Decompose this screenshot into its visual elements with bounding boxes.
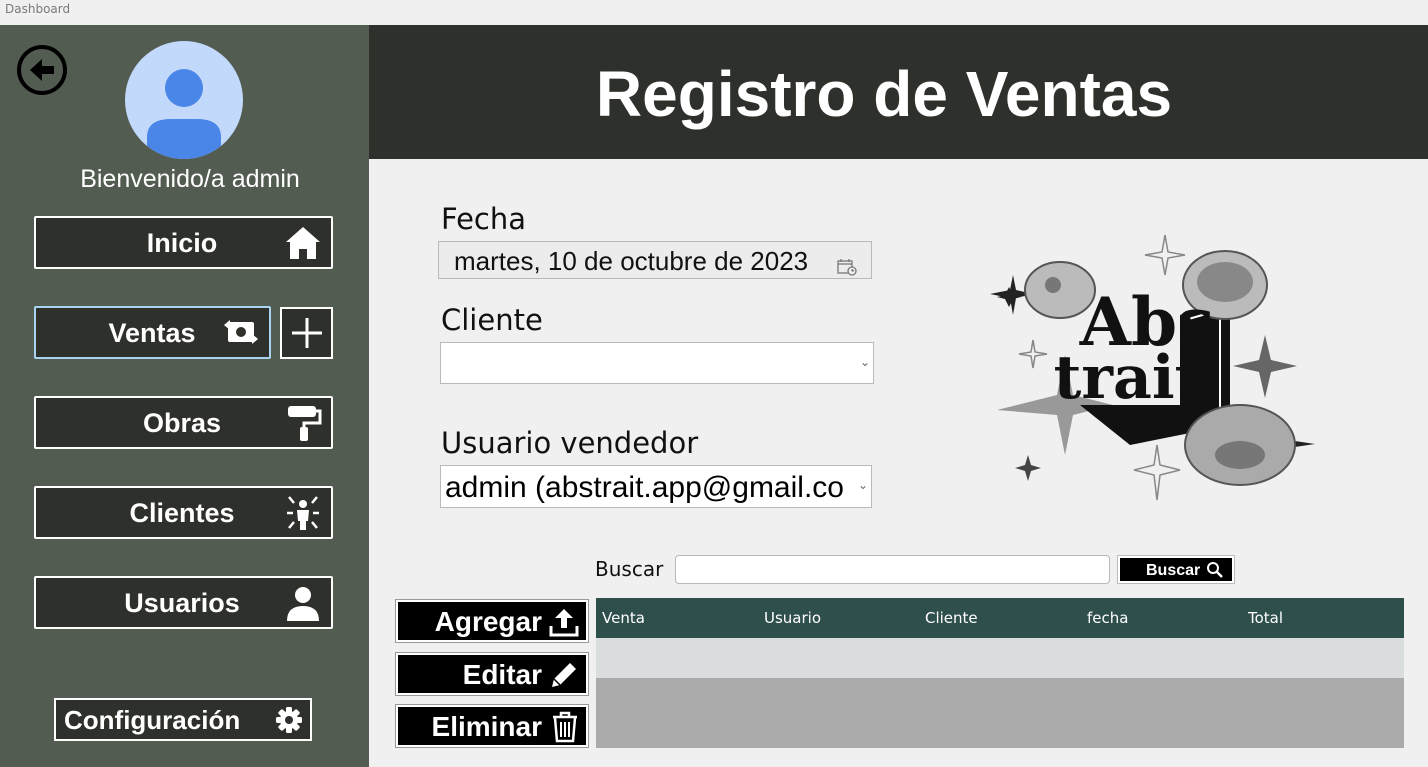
- paint-roller-icon: [283, 404, 323, 442]
- usuario-vendedor-label: Usuario vendedor: [441, 426, 699, 460]
- search-label: Buscar: [595, 557, 664, 581]
- sidebar-item-obras[interactable]: Obras: [34, 396, 333, 449]
- sidebar: Bienvenido/a admin Inicio Ventas Obras C…: [0, 25, 369, 767]
- page-title: Registro de Ventas: [595, 58, 1173, 130]
- fecha-date-picker[interactable]: martes, 10 de octubre de 2023: [438, 241, 872, 279]
- trash-icon: [550, 711, 580, 750]
- user-avatar-icon: [147, 69, 221, 159]
- upload-icon: [548, 606, 580, 645]
- window-title: Dashboard: [0, 0, 1428, 25]
- configuration-button[interactable]: Configuración: [54, 698, 312, 741]
- chevron-down-icon: ⌄: [857, 478, 868, 492]
- sidebar-item-clientes[interactable]: Clientes: [34, 486, 333, 539]
- column-header-fecha[interactable]: fecha: [1087, 609, 1128, 627]
- sidebar-item-inicio[interactable]: Inicio: [34, 216, 333, 269]
- sidebar-item-ventas[interactable]: Ventas: [34, 306, 271, 359]
- logo-text-line2: trait: [1054, 343, 1203, 413]
- search-button-label: Buscar: [1146, 562, 1201, 579]
- abstrait-logo: Abs trait: [990, 234, 1315, 501]
- column-header-cliente[interactable]: Cliente: [925, 609, 978, 627]
- sales-table[interactable]: Venta Usuario Cliente fecha Total: [596, 598, 1404, 748]
- fecha-label: Fecha: [441, 202, 527, 236]
- search-icon: [1206, 561, 1224, 584]
- add-sale-button[interactable]: [280, 307, 333, 359]
- column-header-total[interactable]: Total: [1248, 609, 1283, 627]
- table-header: Venta Usuario Cliente fecha Total: [596, 598, 1404, 638]
- person-burst-icon: [283, 494, 323, 532]
- page-header: Registro de Ventas: [369, 25, 1428, 159]
- search-button[interactable]: Buscar: [1117, 555, 1235, 584]
- table-row[interactable]: [596, 638, 1404, 678]
- column-header-usuario[interactable]: Usuario: [764, 609, 821, 627]
- cliente-label: Cliente: [441, 303, 543, 337]
- configuration-label: Configuración: [64, 705, 241, 735]
- home-icon: [283, 224, 323, 262]
- usuario-vendedor-select[interactable]: admin (abstrait.app@gmail.co ⌄: [440, 465, 872, 508]
- welcome-text: Bienvenido/a admin: [80, 165, 300, 193]
- edit-button-label: Editar: [462, 659, 542, 690]
- avatar: [125, 41, 243, 159]
- search-input[interactable]: [675, 555, 1110, 584]
- edit-button[interactable]: Editar: [395, 652, 589, 698]
- plus-icon: [291, 318, 322, 348]
- add-button[interactable]: Agregar: [395, 599, 589, 645]
- chevron-down-icon: ⌄: [859, 355, 870, 369]
- calendar-icon[interactable]: [837, 252, 857, 283]
- delete-button-label: Eliminar: [431, 711, 542, 742]
- gear-icon: [275, 706, 303, 741]
- fecha-value: martes, 10 de octubre de 2023: [454, 246, 809, 276]
- pencil-icon: [548, 659, 580, 698]
- sidebar-item-usuarios[interactable]: Usuarios: [34, 576, 333, 629]
- money-exchange-icon: [221, 314, 261, 352]
- cliente-select[interactable]: ⌄: [440, 342, 874, 384]
- add-button-label: Agregar: [434, 606, 542, 637]
- column-header-venta[interactable]: Venta: [602, 609, 645, 627]
- arrow-left-circle-icon: [17, 45, 67, 95]
- usuario-vendedor-value: admin (abstrait.app@gmail.co: [445, 471, 844, 504]
- user-icon: [283, 584, 323, 622]
- back-button[interactable]: [16, 44, 68, 96]
- delete-button[interactable]: Eliminar: [395, 704, 589, 750]
